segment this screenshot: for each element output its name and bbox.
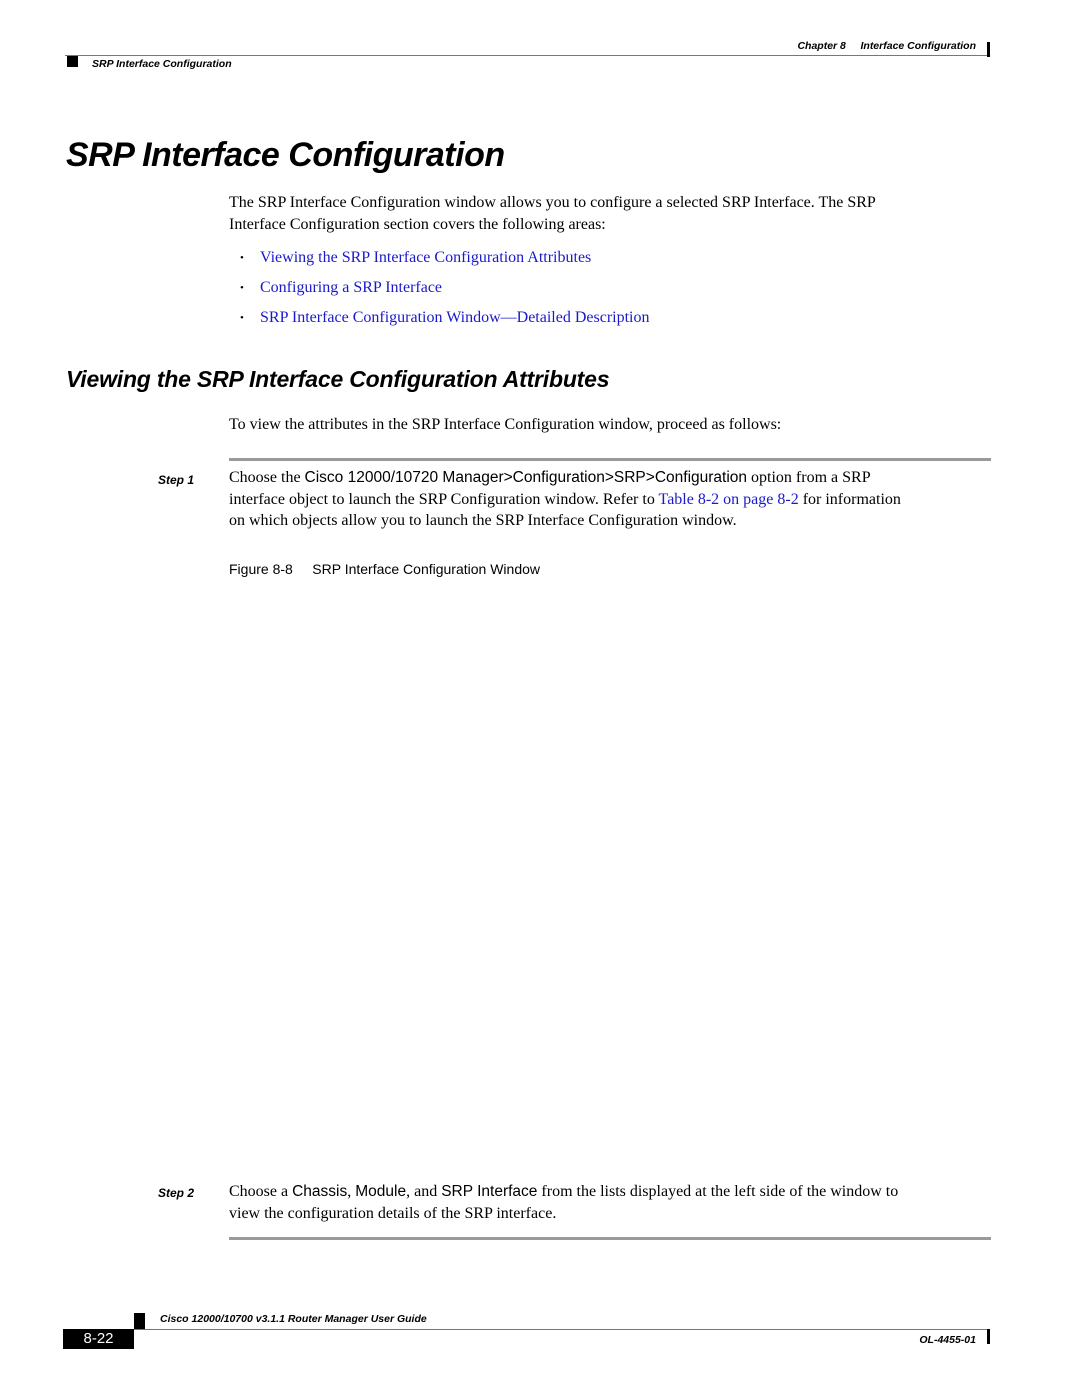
figure-caption: Figure 8-8 SRP Interface Configuration W… — [229, 561, 540, 577]
bullet-icon: • — [240, 252, 244, 264]
figure-number: Figure 8-8 — [229, 561, 293, 577]
subsection-title: Viewing the SRP Interface Configuration … — [66, 366, 610, 392]
page-number: 8-22 — [63, 1329, 134, 1349]
footer-rule — [134, 1329, 990, 1330]
step-1-line-2-pre: interface object to launch the SRP Confi… — [229, 490, 659, 508]
footer-square-marker — [134, 1313, 145, 1329]
topic-list-item: • SRP Interface Configuration Window—Deta… — [240, 303, 650, 333]
ui-srp-interface: SRP Interface — [441, 1183, 538, 1200]
link-detailed-description[interactable]: SRP Interface Configuration Window—Detai… — [260, 303, 650, 333]
link-table-8-2[interactable]: Table 8-2 on page 8-2 — [659, 491, 799, 508]
chapter-title: Interface Configuration — [860, 40, 976, 52]
ui-module: Module — [355, 1183, 407, 1200]
ui-chassis: Chassis — [292, 1183, 348, 1200]
step-2-label: Step 2 — [158, 1186, 195, 1200]
step-2-post: from the lists displayed at the left sid… — [537, 1183, 899, 1200]
intro-line-1: The SRP Interface Configuration window a… — [229, 194, 876, 211]
subsection-intro: To view the attributes in the SRP Interf… — [229, 416, 782, 433]
step-1-pre: Choose the — [229, 469, 305, 486]
doc-number: OL-4455-01 — [919, 1334, 976, 1346]
step-2-text: Choose a Chassis, Module, and SRP Interf… — [229, 1181, 994, 1224]
step-1-line-3: on which objects allow you to launch the… — [229, 512, 737, 529]
running-header-section: SRP Interface Configuration — [92, 58, 232, 70]
step-1-label: Step 1 — [158, 473, 195, 487]
link-viewing-attributes[interactable]: Viewing the SRP Interface Configuration … — [260, 243, 591, 273]
step-rule-top — [229, 458, 991, 461]
topic-list-item: • Configuring a SRP Interface — [240, 273, 650, 303]
bullet-icon: • — [240, 282, 244, 294]
footer-rule-bar — [987, 1329, 990, 1344]
step-rule-bottom — [229, 1237, 991, 1240]
header-rule — [65, 55, 990, 56]
topic-list-item: • Viewing the SRP Interface Configuration… — [240, 243, 650, 273]
step-1-line-2: interface object to launch the SRP Confi… — [229, 489, 994, 511]
bullet-icon: • — [240, 312, 244, 324]
figure-image-area — [229, 590, 991, 1170]
step-2-line-1: Choose a Chassis, Module, and SRP Interf… — [229, 1181, 994, 1203]
topic-list: • Viewing the SRP Interface Configuration… — [240, 243, 650, 333]
step-2-line-2: view the configuration details of the SR… — [229, 1204, 557, 1222]
step-2-pre: Choose a — [229, 1183, 293, 1200]
intro-line-2: Interface Configuration section covers t… — [229, 216, 606, 233]
chapter-label: Chapter 8 — [797, 40, 846, 52]
running-header-chapter: Chapter 8 Interface Configuration — [797, 40, 976, 52]
link-configuring-interface[interactable]: Configuring a SRP Interface — [260, 273, 442, 303]
intro-paragraph: The SRP Interface Configuration window a… — [229, 192, 994, 236]
figure-caption-text: SRP Interface Configuration Window — [312, 561, 541, 577]
step-1-text: Choose the Cisco 12000/10720 Manager>Con… — [229, 467, 994, 532]
step-1-post: option from a SRP — [747, 469, 871, 486]
step-1-line-1: Choose the Cisco 12000/10720 Manager>Con… — [229, 467, 994, 489]
header-square-marker — [67, 56, 78, 67]
page-title: SRP Interface Configuration — [66, 136, 505, 174]
header-rule-bar — [987, 42, 990, 57]
menu-path: Cisco 12000/10720 Manager>Configuration>… — [304, 469, 748, 486]
separator: , and — [406, 1183, 442, 1200]
footer-guide-title: Cisco 12000/10700 v3.1.1 Router Manager … — [160, 1313, 427, 1325]
step-1-line-2-post: for information — [798, 490, 901, 508]
